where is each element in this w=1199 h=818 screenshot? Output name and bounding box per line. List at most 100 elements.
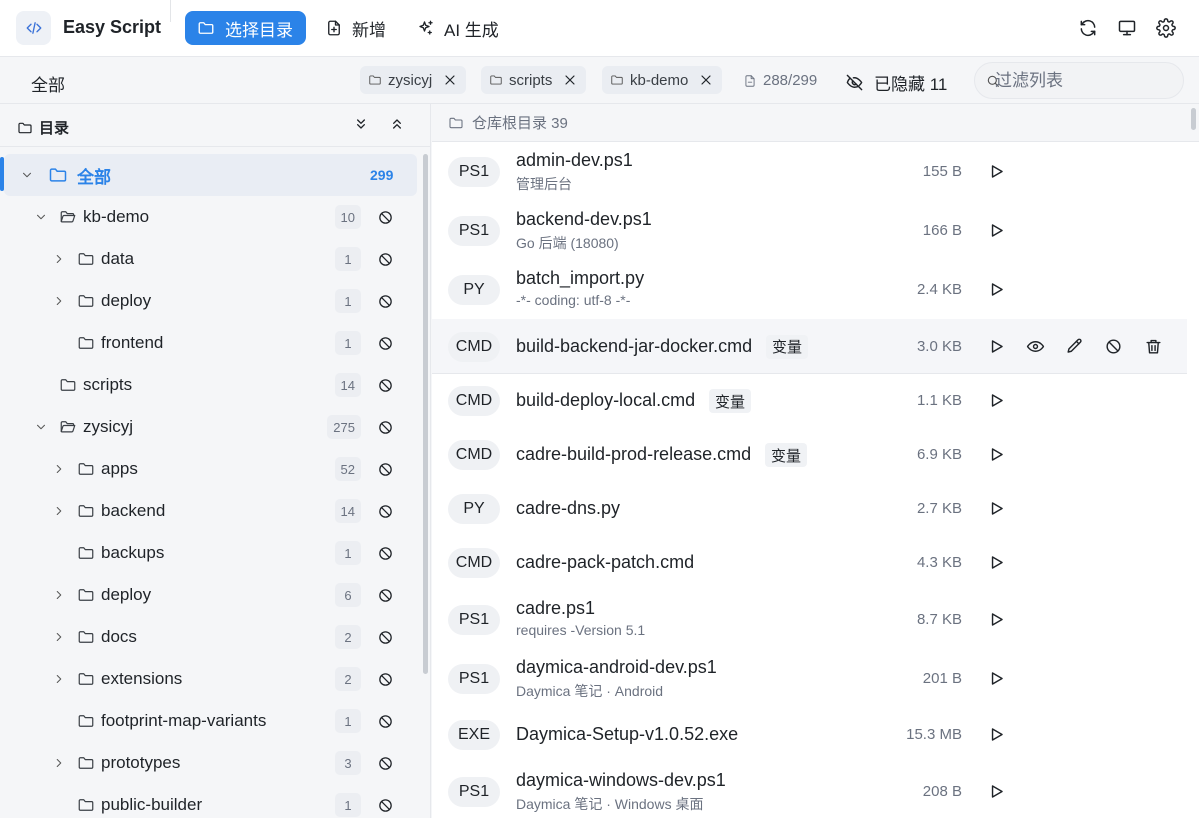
expand-all-button[interactable]	[353, 116, 371, 134]
script-row[interactable]: CMD build-deploy-local.cmd 变量 1.1 KB	[432, 374, 1187, 428]
chevron-down-icon[interactable]	[34, 420, 48, 434]
hide-icon[interactable]	[377, 503, 394, 520]
hide-icon[interactable]	[377, 419, 394, 436]
run-button[interactable]	[987, 280, 1007, 300]
script-row[interactable]: PS1 daymica-android-dev.ps1 Daymica 笔记 · A…	[432, 649, 1187, 708]
list-header-label: 仓库根目录 39	[472, 115, 568, 132]
tree-item-label: deploy	[101, 291, 152, 310]
run-button[interactable]	[987, 725, 1007, 745]
script-row[interactable]: EXE Daymica-Setup-v1.0.52.exe 15.3 MB	[432, 708, 1187, 762]
hide-icon[interactable]	[377, 671, 394, 688]
tree-item[interactable]: frontend 1	[0, 322, 420, 364]
run-button[interactable]	[987, 669, 1007, 689]
tree-item[interactable]: prototypes 3	[0, 742, 420, 784]
filter-search-input[interactable]	[995, 70, 1175, 91]
delete-button[interactable]	[1144, 337, 1164, 357]
new-script-label: 新增	[352, 20, 386, 40]
file-type-badge: PS1	[448, 604, 500, 635]
hide-icon[interactable]	[377, 209, 394, 226]
close-icon[interactable]	[562, 72, 578, 88]
run-button[interactable]	[987, 337, 1007, 357]
filter-search-box[interactable]	[974, 62, 1184, 99]
hide-icon[interactable]	[377, 629, 394, 646]
select-directory-label: 选择目录	[225, 20, 293, 40]
tree-item[interactable]: scripts 14	[0, 364, 420, 406]
ban-icon	[1106, 338, 1121, 354]
list-scrollbar[interactable]	[1191, 108, 1196, 130]
script-row[interactable]: PS1 admin-dev.ps1 管理后台 155 B	[432, 142, 1187, 201]
tree-item[interactable]: zysicyj 275	[0, 406, 420, 448]
hidden-toggle[interactable]: 已隐藏 11	[845, 70, 947, 95]
script-row[interactable]: PS1 daymica-windows-dev.ps1 Daymica 笔记 · W…	[432, 762, 1187, 818]
hide-icon[interactable]	[377, 377, 394, 394]
tree-item[interactable]: public-builder 1	[0, 784, 420, 818]
select-directory-button[interactable]: 选择目录	[185, 11, 306, 45]
chevron-down-icon[interactable]	[20, 168, 34, 182]
edit-button[interactable]	[1065, 337, 1085, 357]
play-icon	[991, 784, 1003, 798]
chevron-right-icon[interactable]	[52, 588, 66, 602]
close-icon[interactable]	[698, 72, 714, 88]
hide-icon[interactable]	[377, 713, 394, 730]
tree-item[interactable]: footprint-map-variants 1	[0, 700, 420, 742]
tree-item-count: 2	[335, 625, 361, 649]
tree-item[interactable]: docs 2	[0, 616, 420, 658]
collapse-all-button[interactable]	[389, 116, 407, 134]
all-filter-label[interactable]: 全部	[31, 71, 65, 96]
run-button[interactable]	[987, 499, 1007, 519]
script-row[interactable]: PY batch_import.py -*- coding: utf-8 -*- 2.…	[432, 260, 1187, 319]
ai-generate-button[interactable]: AI 生成	[417, 11, 499, 45]
hide-icon[interactable]	[377, 755, 394, 772]
tree-item[interactable]: extensions 2	[0, 658, 420, 700]
tree-item[interactable]: apps 52	[0, 448, 420, 490]
sidebar-scrollbar[interactable]	[423, 154, 428, 674]
monitor-button[interactable]	[1115, 16, 1139, 40]
tree-item[interactable]: deploy 1	[0, 280, 420, 322]
tree-item[interactable]: deploy 6	[0, 574, 420, 616]
hide-icon[interactable]	[377, 587, 394, 604]
tree-item[interactable]: data 1	[0, 238, 420, 280]
tree-item[interactable]: 全部 299	[4, 154, 417, 196]
settings-button[interactable]	[1154, 16, 1178, 40]
hide-icon[interactable]	[377, 335, 394, 352]
tree-item[interactable]: kb-demo 10	[0, 196, 420, 238]
run-button[interactable]	[987, 553, 1007, 573]
script-row[interactable]: CMD build-backend-jar-docker.cmd 变量 3.0 KB	[432, 319, 1187, 374]
new-script-button[interactable]: 新增	[325, 11, 386, 45]
view-button[interactable]	[1026, 337, 1046, 357]
close-icon[interactable]	[442, 72, 458, 88]
run-button[interactable]	[987, 445, 1007, 465]
filter-chip-kb-demo[interactable]: kb-demo	[602, 66, 723, 94]
hide-icon[interactable]	[377, 797, 394, 814]
chevron-down-icon[interactable]	[34, 210, 48, 224]
chevron-right-icon[interactable]	[52, 672, 66, 686]
chevron-right-icon[interactable]	[52, 294, 66, 308]
run-button[interactable]	[987, 610, 1007, 630]
chevron-right-icon[interactable]	[52, 504, 66, 518]
filter-chip-zysicyj[interactable]: zysicyj	[360, 66, 467, 94]
run-button[interactable]	[987, 782, 1007, 802]
run-button[interactable]	[987, 391, 1007, 411]
script-row[interactable]: PS1 cadre.ps1 requires -Version 5.1 8.7 KB	[432, 590, 1187, 649]
script-row[interactable]: CMD cadre-build-prod-release.cmd 变量 6.9 KB	[432, 428, 1187, 482]
chevron-right-icon[interactable]	[52, 756, 66, 770]
hide-icon[interactable]	[377, 461, 394, 478]
script-counter: 288/299	[743, 72, 817, 89]
tree-item[interactable]: backend 14	[0, 490, 420, 532]
chevron-right-icon[interactable]	[52, 630, 66, 644]
tree-item[interactable]: backups 1	[0, 532, 420, 574]
script-row[interactable]: PS1 backend-dev.ps1 Go 后端 (18080) 166 B	[432, 201, 1187, 260]
play-icon	[991, 728, 1003, 741]
run-button[interactable]	[987, 221, 1007, 241]
script-row[interactable]: CMD cadre-pack-patch.cmd 4.3 KB	[432, 536, 1187, 590]
chevron-right-icon[interactable]	[52, 462, 66, 476]
hide-button[interactable]	[1104, 337, 1124, 357]
run-button[interactable]	[987, 162, 1007, 182]
hide-icon[interactable]	[377, 251, 394, 268]
chevron-right-icon[interactable]	[52, 252, 66, 266]
hide-icon[interactable]	[377, 293, 394, 310]
refresh-button[interactable]	[1076, 16, 1100, 40]
filter-chip-scripts[interactable]: scripts	[481, 66, 587, 94]
hide-icon[interactable]	[377, 545, 394, 562]
script-row[interactable]: PY cadre-dns.py 2.7 KB	[432, 482, 1187, 536]
